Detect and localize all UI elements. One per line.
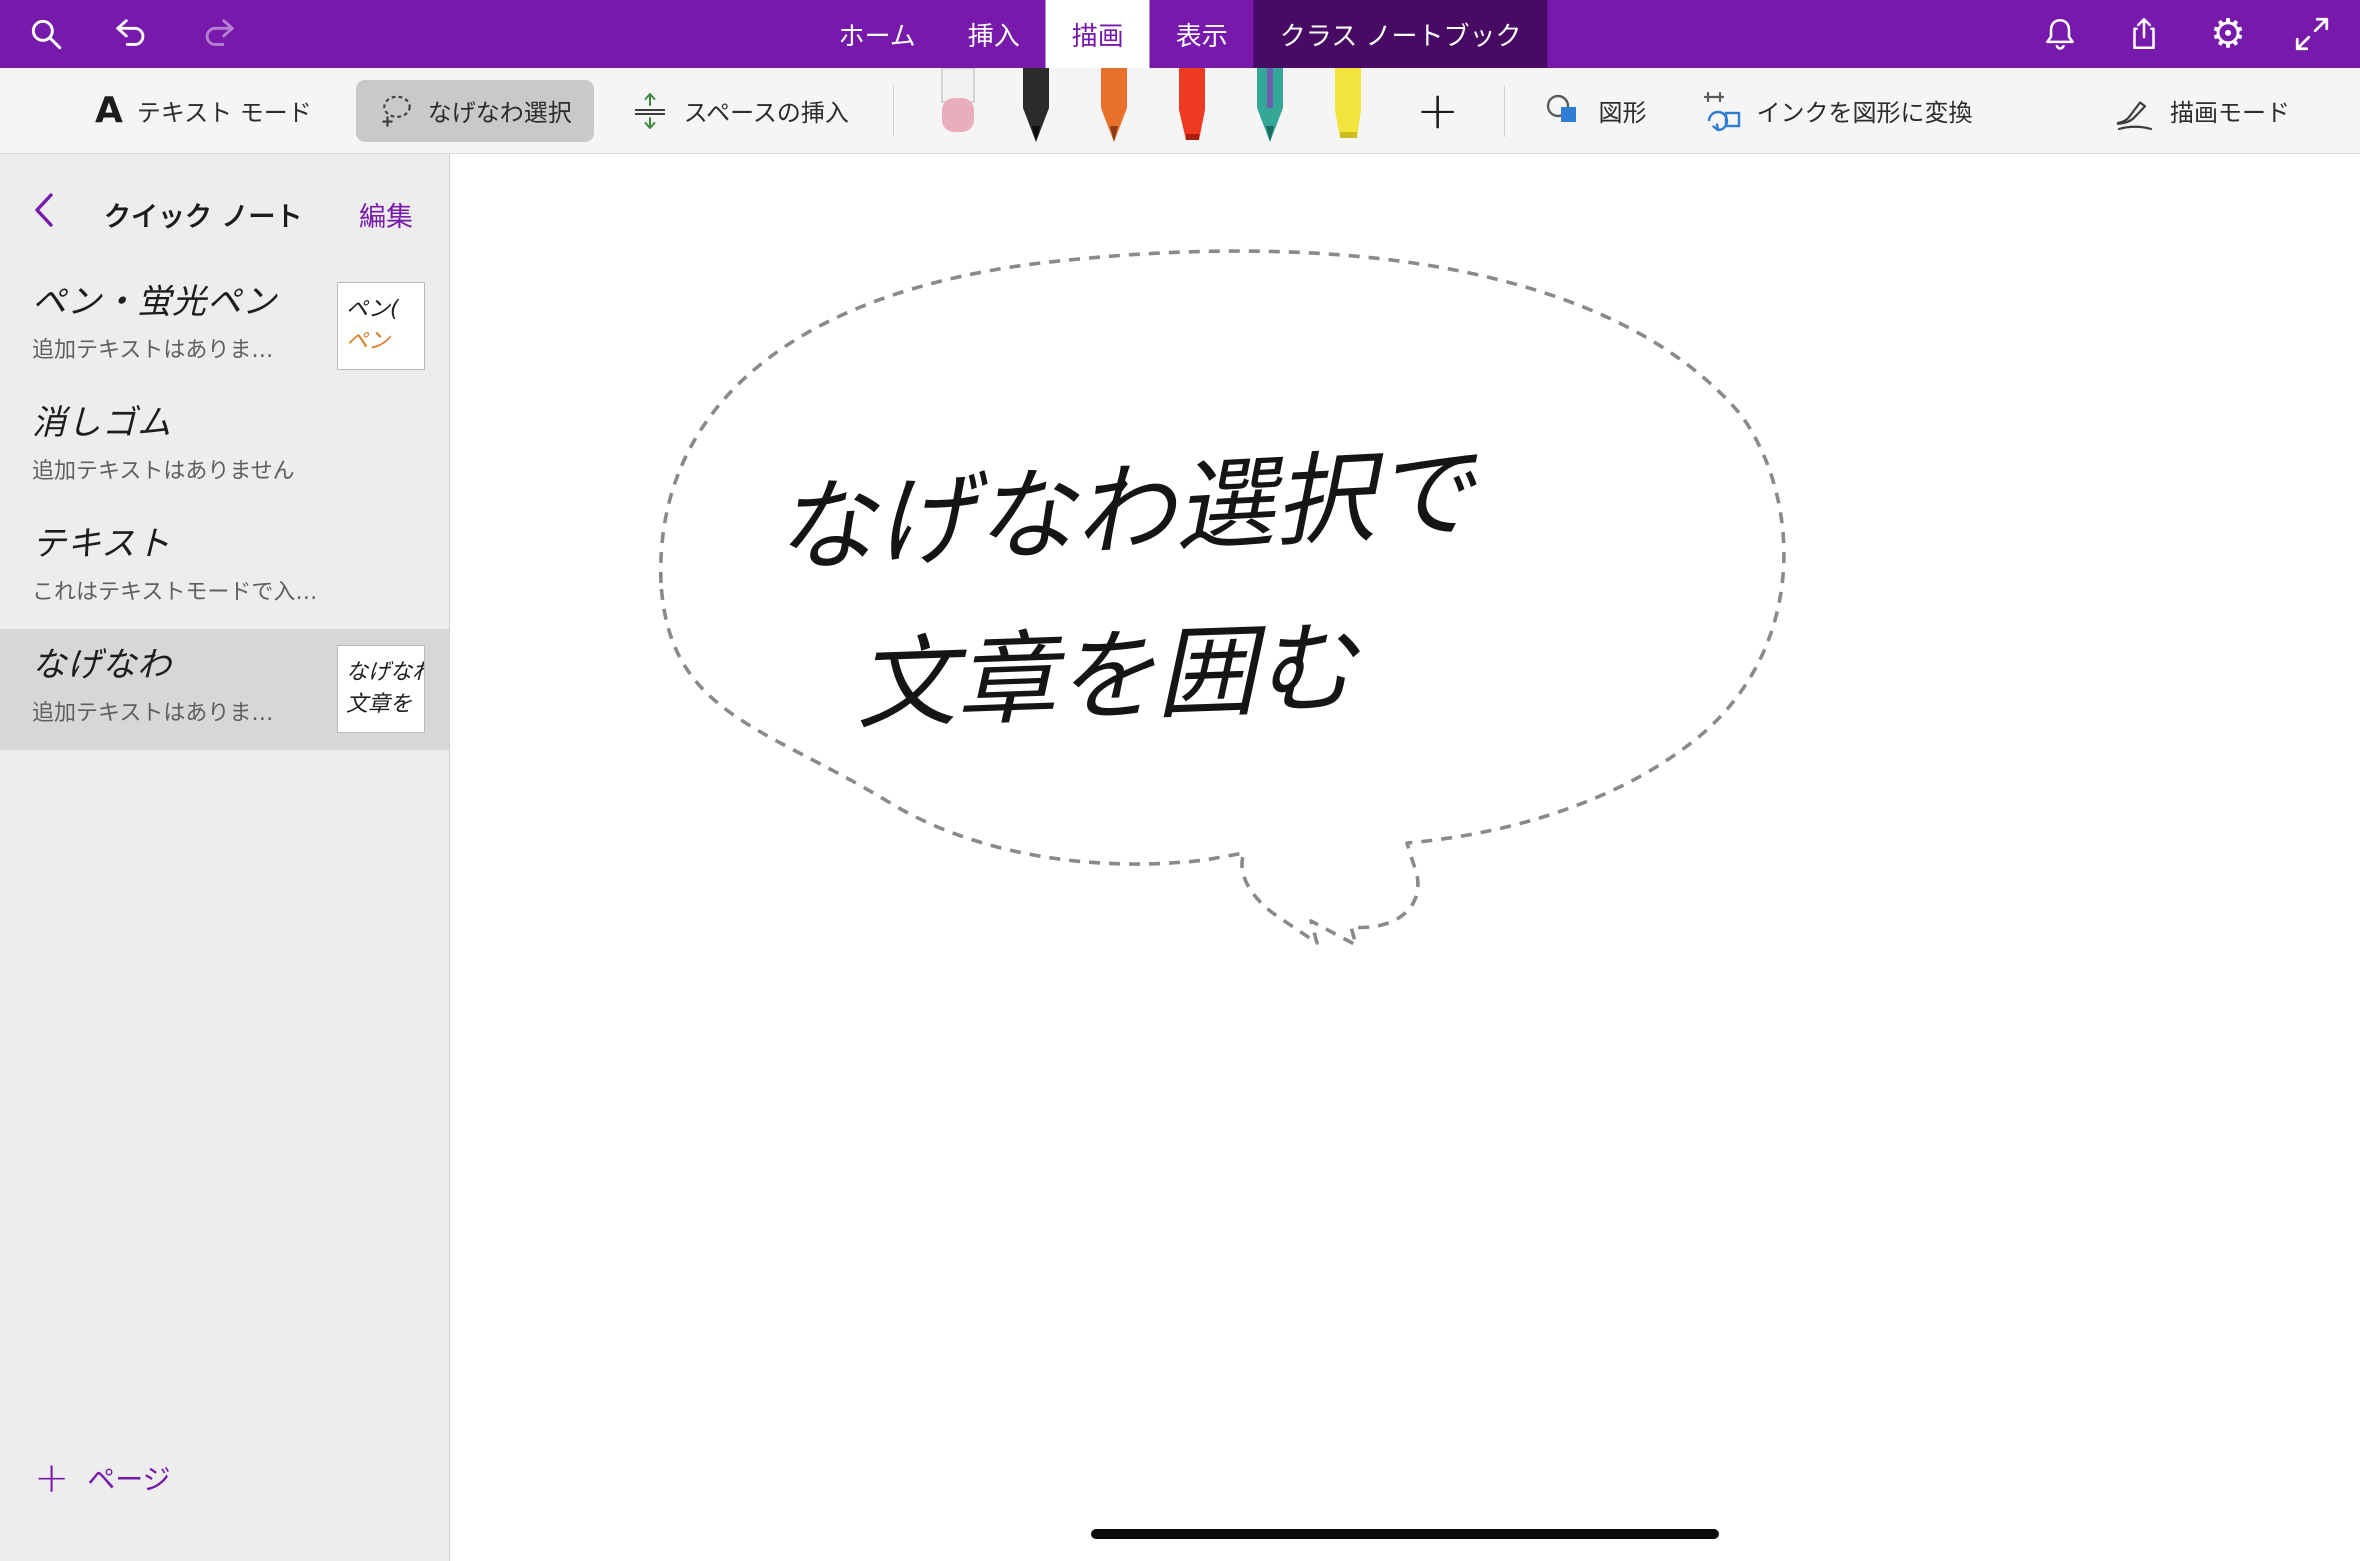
text-mode-button[interactable]: A テキスト モード xyxy=(95,90,312,131)
shapes-icon xyxy=(1543,90,1585,132)
insert-space-button[interactable]: スペースの挿入 xyxy=(630,91,849,131)
lasso-select-button[interactable]: なげなわ選択 xyxy=(356,80,594,142)
page-list-item-lasso[interactable]: なげなわ 追加テキストはありま… なげなわ 文章を xyxy=(0,629,449,750)
search-icon[interactable] xyxy=(26,14,66,54)
notifications-bell-icon[interactable] xyxy=(2040,14,2080,54)
settings-gear-icon[interactable]: ⚙ xyxy=(2208,14,2248,54)
page-subtitle: 追加テキストはありません xyxy=(32,453,332,485)
page-list-item-pen[interactable]: ペン・蛍光ペン 追加テキストはありま… ペン( ペン xyxy=(0,266,449,387)
pen-rack xyxy=(932,68,1374,153)
page-title: テキスト xyxy=(32,522,449,566)
back-chevron-icon[interactable] xyxy=(30,191,56,233)
add-page-label: ページ xyxy=(87,1458,170,1498)
toolbar-separator xyxy=(893,85,894,137)
ink-to-shape-button[interactable]: インクを図形に変換 xyxy=(1699,89,1973,133)
page-thumbnail: なげなわ 文章を xyxy=(337,645,425,733)
top-bar: ホーム 挿入 描画 表示 クラス ノートブック ⚙ xyxy=(0,0,2360,68)
page-title: 消しゴム xyxy=(32,401,449,445)
topbar-right-group: ⚙ xyxy=(2040,0,2332,68)
sidebar-header: クイック ノート 編集 xyxy=(0,153,449,266)
draw-mode-button[interactable]: 描画モード xyxy=(2112,89,2290,133)
add-pen-button[interactable]: + xyxy=(1416,85,1460,137)
page-thumbnail: ペン( ペン xyxy=(337,282,425,370)
text-mode-icon: A xyxy=(95,90,123,131)
text-mode-label: テキスト モード xyxy=(137,93,312,128)
home-indicator-bar xyxy=(1091,1529,1719,1539)
undo-icon[interactable] xyxy=(112,14,152,54)
page-subtitle: 追加テキストはありま… xyxy=(32,695,332,727)
insert-space-label: スペースの挿入 xyxy=(684,93,849,128)
page-list-sidebar: クイック ノート 編集 ペン・蛍光ペン 追加テキストはありま… ペン( ペン 消… xyxy=(0,153,450,1561)
onenote-app: ホーム 挿入 描画 表示 クラス ノートブック ⚙ xyxy=(0,0,2360,1561)
pen-orange-tool[interactable] xyxy=(1088,68,1140,153)
tab-view[interactable]: 表示 xyxy=(1150,0,1254,68)
tab-home[interactable]: ホーム xyxy=(812,0,941,68)
ribbon-tabs: ホーム 挿入 描画 表示 クラス ノートブック xyxy=(812,0,1547,68)
lasso-label: なげなわ選択 xyxy=(428,93,572,128)
ink-to-shape-label: インクを図形に変換 xyxy=(1757,93,1973,128)
pen-black-tool[interactable] xyxy=(1010,68,1062,153)
draw-toolbar: A テキスト モード なげなわ選択 スペースの挿入 xyxy=(0,68,2360,154)
highlighter-yellow-tool[interactable] xyxy=(1322,68,1374,153)
draw-mode-label: 描画モード xyxy=(2170,93,2290,128)
fullscreen-expand-icon[interactable] xyxy=(2292,14,2332,54)
tab-class-notebook[interactable]: クラス ノートブック xyxy=(1254,0,1548,68)
pen-galaxy-tool[interactable] xyxy=(1244,68,1296,153)
notebook-section-title: クイック ノート xyxy=(104,195,302,234)
page-list-item-eraser[interactable]: 消しゴム 追加テキストはありません xyxy=(0,387,449,508)
topbar-left-group xyxy=(26,0,238,68)
toolbar-separator xyxy=(1504,85,1505,137)
highlighter-red-tool[interactable] xyxy=(1166,68,1218,153)
shapes-label: 図形 xyxy=(1599,93,1647,128)
lasso-selection-path xyxy=(661,251,1784,945)
add-page-button[interactable]: + ページ xyxy=(34,1457,171,1499)
page-list-item-text[interactable]: テキスト これはテキストモードで入力し… xyxy=(0,508,449,629)
draw-mode-icon xyxy=(2112,89,2156,133)
add-page-plus-icon: + xyxy=(34,1457,69,1499)
ink-handwriting-line2: 文章を囲む xyxy=(854,609,1363,744)
eraser-tool[interactable] xyxy=(932,68,984,153)
insert-space-icon xyxy=(630,91,670,131)
share-icon[interactable] xyxy=(2124,14,2164,54)
page-subtitle: これはテキストモードで入力し… xyxy=(32,574,332,606)
note-canvas[interactable]: なげなわ選択で 文章を囲む xyxy=(449,153,2360,1561)
tab-draw[interactable]: 描画 xyxy=(1046,0,1150,68)
tab-insert[interactable]: 挿入 xyxy=(942,0,1046,68)
lasso-icon xyxy=(378,92,416,130)
edit-button[interactable]: 編集 xyxy=(359,195,413,234)
ink-layer: なげなわ選択で 文章を囲む xyxy=(449,153,2360,1561)
ink-to-shape-icon xyxy=(1699,89,1743,133)
shapes-button[interactable]: 図形 xyxy=(1543,90,1647,132)
redo-icon[interactable] xyxy=(198,14,238,54)
page-subtitle: 追加テキストはありま… xyxy=(32,332,332,364)
ink-handwriting-line1: なげなわ選択で xyxy=(772,433,1483,587)
